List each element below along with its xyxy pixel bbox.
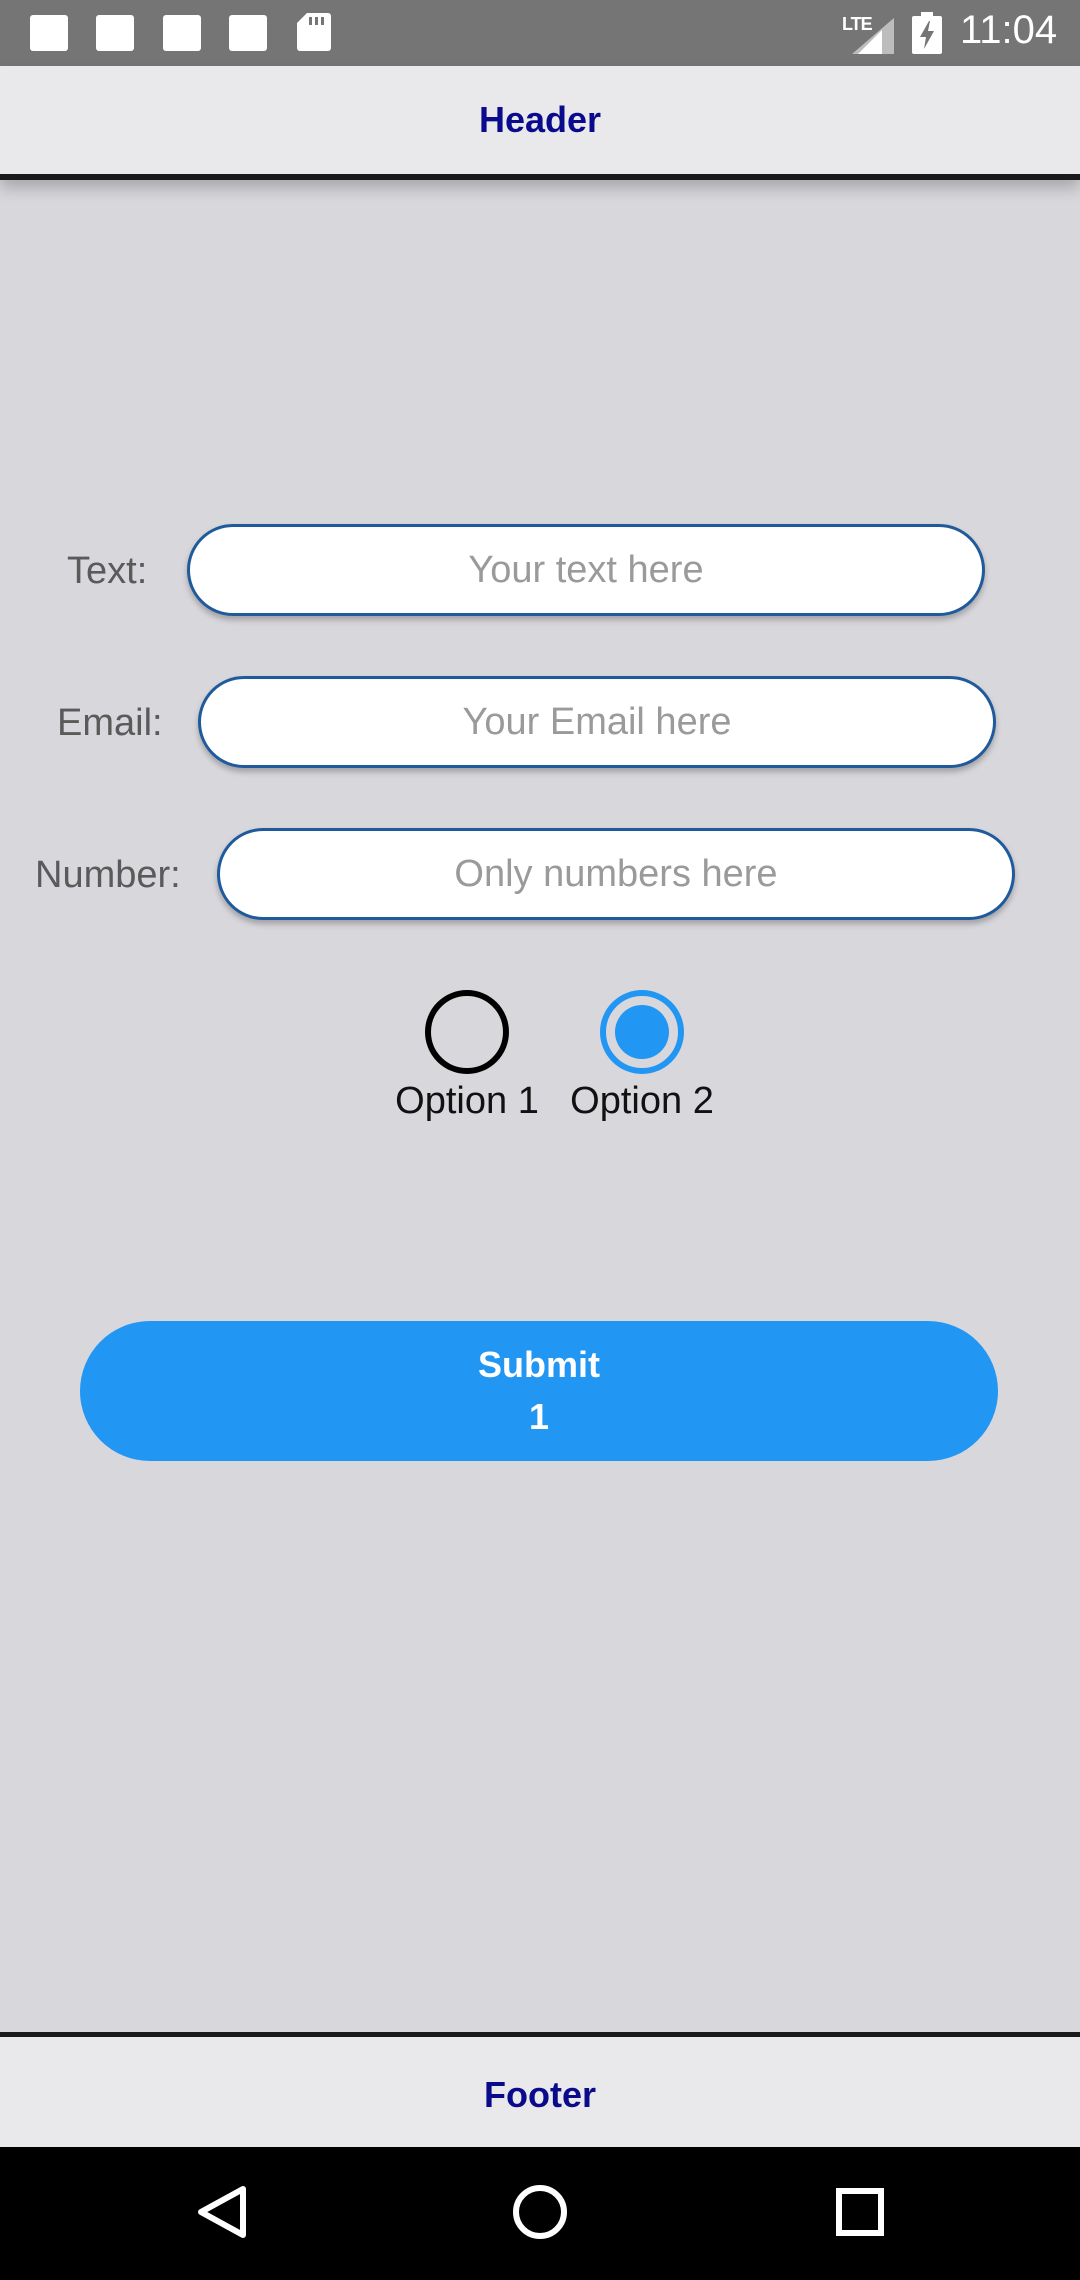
- option-2-label: Option 2: [570, 1080, 714, 1122]
- email-input[interactable]: Your Email here: [198, 676, 996, 768]
- submit-button-label: Submit: [478, 1344, 600, 1385]
- header-title: Header: [478, 99, 602, 140]
- app-screen: LTE 11:04 Header Text: Your text here Em…: [0, 0, 1080, 2280]
- option-1-label: Option 1: [395, 1080, 539, 1122]
- number-input-placeholder: Only numbers here: [454, 852, 778, 895]
- email-label: Email:: [57, 702, 163, 744]
- option-1-radio[interactable]: [425, 990, 509, 1074]
- footer-title: Footer: [484, 2073, 596, 2115]
- back-icon[interactable]: [185, 2177, 255, 2247]
- notification-icon: [163, 15, 201, 51]
- radio-selected-dot: [615, 1005, 669, 1059]
- home-icon[interactable]: [505, 2177, 575, 2247]
- signal-icon: [852, 18, 894, 54]
- number-label: Number:: [35, 854, 181, 896]
- submit-count: 1: [528, 1396, 550, 1437]
- battery-charging-icon: [912, 12, 942, 54]
- status-bar: LTE 11:04: [0, 0, 1080, 66]
- submit-button[interactable]: Submit 1: [80, 1321, 998, 1461]
- notification-icon: [96, 15, 134, 51]
- navigation-bar: [0, 2147, 1080, 2280]
- app-footer: Footer: [0, 2032, 1080, 2152]
- text-input-placeholder: Your text here: [468, 548, 704, 591]
- notification-icon: [229, 15, 267, 51]
- notification-icon: [30, 15, 68, 51]
- status-clock: 11:04: [960, 8, 1058, 52]
- recents-icon[interactable]: [825, 2177, 895, 2247]
- email-input-placeholder: Your Email here: [462, 700, 732, 743]
- number-input[interactable]: Only numbers here: [217, 828, 1015, 920]
- sd-card-icon: [297, 13, 331, 51]
- text-label: Text:: [67, 550, 148, 592]
- text-input[interactable]: Your text here: [187, 524, 985, 616]
- option-2-radio[interactable]: [600, 990, 684, 1074]
- app-header: Header: [0, 66, 1080, 180]
